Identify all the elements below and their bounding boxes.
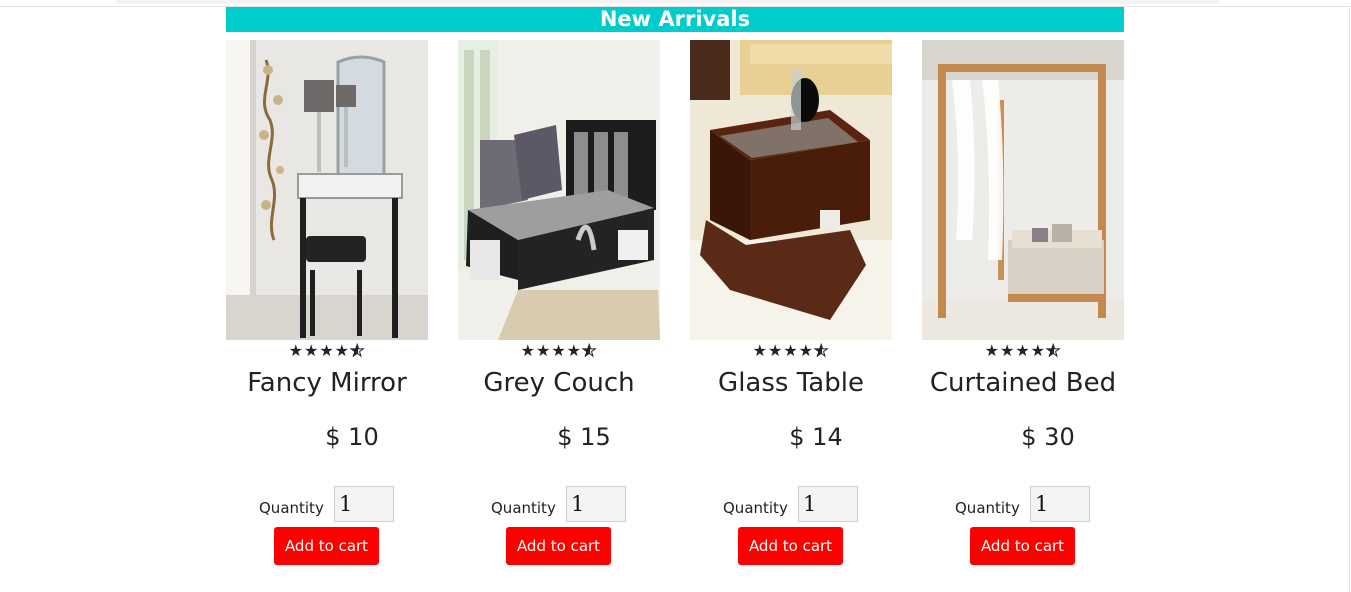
star-icon: ★ (752, 341, 768, 360)
coffee-table-photo[interactable] (690, 40, 892, 340)
half-star-icon: ★★ (1046, 341, 1062, 360)
star-icon: ★ (999, 341, 1016, 360)
star-icon: ★ (303, 341, 320, 360)
product-name: Glass Table (718, 368, 864, 398)
quantity-label: Quantity (723, 499, 788, 517)
star-icon: ★ (984, 341, 1000, 360)
half-star-icon: ★★ (582, 341, 598, 360)
product-price: $ 10 (325, 423, 379, 451)
sofa-photo[interactable] (458, 40, 660, 340)
star-icon: ★ (783, 341, 799, 360)
star-icon: ★ (288, 341, 304, 360)
product-name: Grey Couch (483, 368, 635, 398)
quantity-input[interactable] (334, 486, 394, 522)
canopy-bed-photo[interactable] (922, 40, 1124, 340)
rating-stars: ★★★★★★ (922, 341, 1124, 360)
star-icon: ★ (566, 341, 583, 360)
star-icon: ★ (319, 341, 335, 360)
add-to-cart-button[interactable]: Add to cart (506, 527, 611, 565)
quantity-input[interactable] (798, 486, 858, 522)
star-icon: ★ (1030, 341, 1047, 360)
rating-stars: ★★★★★★ (690, 341, 892, 360)
quantity-label: Quantity (259, 499, 324, 517)
dressing-table-photo[interactable] (226, 40, 428, 340)
product-price: $ 14 (789, 423, 843, 451)
product-name: Fancy Mirror (247, 368, 407, 398)
product-price: $ 15 (557, 423, 611, 451)
rating-stars: ★★★★★★ (226, 341, 428, 360)
star-icon: ★ (767, 341, 784, 360)
half-star-icon: ★★ (814, 341, 830, 360)
rating-stars: ★★★★★★ (458, 341, 660, 360)
star-icon: ★ (798, 341, 815, 360)
section-title-banner: New Arrivals (226, 7, 1124, 32)
star-icon: ★ (334, 341, 351, 360)
add-to-cart-button[interactable]: Add to cart (274, 527, 379, 565)
add-to-cart-button[interactable]: Add to cart (738, 527, 843, 565)
star-icon: ★ (551, 341, 567, 360)
quantity-input[interactable] (566, 486, 626, 522)
product-name: Curtained Bed (929, 368, 1117, 398)
right-divider (1349, 6, 1350, 592)
quantity-input[interactable] (1030, 486, 1090, 522)
half-star-icon: ★★ (350, 341, 366, 360)
product-card: ★★★★★★ Glass Table $ 14 Quantity Add to … (690, 40, 892, 580)
quantity-label: Quantity (491, 499, 556, 517)
add-to-cart-button[interactable]: Add to cart (970, 527, 1075, 565)
product-card: ★★★★★★ Curtained Bed $ 30 Quantity Add t… (922, 40, 1124, 580)
star-icon: ★ (520, 341, 536, 360)
browser-top-shadow (115, 0, 1220, 4)
product-card: ★★★★★★ Fancy Mirror $ 10 Quantity Add to… (226, 40, 428, 580)
star-icon: ★ (1015, 341, 1031, 360)
star-icon: ★ (535, 341, 552, 360)
product-card: ★★★★★★ Grey Couch $ 15 Quantity Add to c… (458, 40, 660, 580)
quantity-label: Quantity (955, 499, 1020, 517)
product-price: $ 30 (1021, 423, 1075, 451)
